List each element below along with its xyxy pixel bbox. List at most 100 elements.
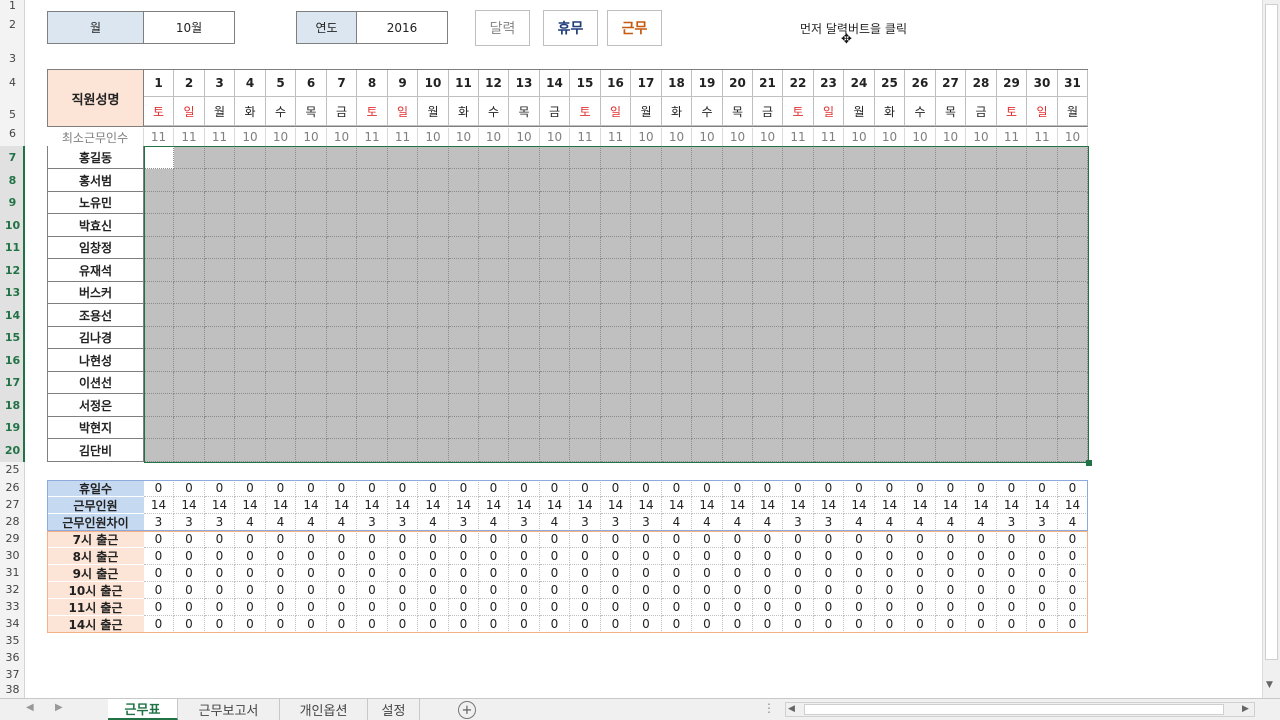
row-number[interactable]: 28	[0, 513, 25, 530]
employee-name[interactable]: 이션선	[47, 372, 144, 394]
row-number[interactable]: 19	[0, 417, 25, 439]
weekday-header: 금	[753, 97, 783, 126]
more-options-icon[interactable]: ⋮	[763, 701, 775, 715]
row-number[interactable]: 38	[0, 683, 25, 697]
add-sheet-icon[interactable]: +	[458, 701, 476, 719]
row-number[interactable]: 30	[0, 547, 25, 564]
work-button[interactable]: 근무	[607, 10, 662, 46]
h-scroll-right-icon[interactable]: ▶	[1242, 704, 1249, 714]
day-header: 21	[753, 70, 783, 97]
h-scroll-left-icon[interactable]: ◀	[788, 704, 795, 714]
row-number[interactable]: 2	[0, 13, 25, 37]
min-count-cell: 10	[235, 128, 266, 146]
row-number[interactable]: 18	[0, 394, 25, 417]
employee-name[interactable]: 김나경	[47, 327, 144, 349]
row-number[interactable]: 9	[0, 192, 25, 214]
row-number[interactable]: 36	[0, 649, 25, 666]
h-scroll-thumb[interactable]	[804, 704, 1224, 715]
tab-scroll-right-icon[interactable]: ▶	[55, 702, 63, 713]
name-header: 직원성명	[47, 69, 144, 127]
row-number[interactable]: 14	[0, 304, 25, 327]
employee-name[interactable]: 서정은	[47, 394, 144, 417]
min-count-cell: 11	[783, 128, 814, 146]
min-count-cell: 11	[144, 128, 174, 146]
min-count-cell: 10	[692, 128, 723, 146]
tab-settings[interactable]: 설정	[368, 699, 420, 720]
row-number[interactable]: 12	[0, 259, 25, 282]
employee-name[interactable]: 박현지	[47, 417, 144, 439]
row-number[interactable]: 1	[0, 0, 25, 12]
weekday-header: 화	[662, 97, 692, 126]
row-number[interactable]: 5	[0, 103, 25, 127]
weekday-header: 월	[631, 97, 662, 126]
weekday-header: 일	[1027, 97, 1058, 126]
day-header: 25	[875, 70, 905, 97]
mouse-cursor-icon: ✥	[841, 32, 852, 47]
min-count-cell: 11	[601, 128, 631, 146]
day-header: 31	[1058, 70, 1088, 97]
weekday-header: 토	[357, 97, 388, 126]
weekday-header: 토	[570, 97, 601, 126]
min-count-cell: 10	[844, 128, 875, 146]
row-number[interactable]: 26	[0, 479, 25, 496]
min-count-cell: 10	[662, 128, 692, 146]
employee-name[interactable]: 버스커	[47, 282, 144, 304]
employee-name[interactable]: 홍길동	[47, 146, 144, 169]
row-number[interactable]: 11	[0, 237, 25, 259]
employee-name[interactable]: 임창정	[47, 237, 144, 259]
tab-scroll-left-icon[interactable]: ◀	[26, 702, 34, 713]
employee-name[interactable]: 조용선	[47, 304, 144, 327]
fill-handle[interactable]	[1086, 460, 1092, 466]
row-number[interactable]: 10	[0, 214, 25, 237]
holiday-button[interactable]: 휴무	[543, 10, 598, 46]
selection-border	[144, 146, 1089, 463]
employee-name[interactable]: 박효신	[47, 214, 144, 237]
tab-schedule[interactable]: 근무표	[108, 699, 178, 720]
employee-name[interactable]: 유재석	[47, 259, 144, 282]
row-number[interactable]: 25	[0, 463, 25, 476]
scroll-down-arrow-icon[interactable]: ▼	[1266, 680, 1273, 690]
vertical-scrollbar[interactable]: ▼	[1262, 0, 1280, 698]
employee-name[interactable]: 노유민	[47, 192, 144, 214]
row-number[interactable]: 3	[0, 52, 25, 66]
day-header: 16	[601, 70, 631, 97]
instruction-text: 먼저 달력버트을 클릭	[800, 22, 907, 36]
row-number[interactable]: 20	[0, 439, 25, 462]
min-count-cell: 10	[753, 128, 783, 146]
row-number[interactable]: 29	[0, 530, 25, 547]
row-number[interactable]: 17	[0, 372, 25, 394]
min-count-cell: 10	[479, 128, 509, 146]
employee-name[interactable]: 김단비	[47, 439, 144, 462]
scroll-thumb[interactable]	[1265, 4, 1278, 660]
tab-report[interactable]: 근무보고서	[178, 699, 280, 720]
month-label: 월	[47, 11, 144, 44]
weekday-header: 일	[388, 97, 418, 126]
day-header: 23	[814, 70, 844, 97]
row-number[interactable]: 6	[0, 128, 25, 140]
row-number[interactable]: 15	[0, 327, 25, 349]
min-count-cell: 10	[875, 128, 905, 146]
day-header: 30	[1027, 70, 1058, 97]
employee-name[interactable]: 홍서범	[47, 169, 144, 192]
row-number[interactable]: 4	[0, 73, 25, 93]
row-number[interactable]: 34	[0, 615, 25, 632]
row-number[interactable]: 32	[0, 581, 25, 598]
row-number[interactable]: 31	[0, 564, 25, 581]
calendar-button[interactable]: 달력	[475, 10, 530, 46]
row-number[interactable]: 33	[0, 598, 25, 615]
row-number[interactable]: 37	[0, 666, 25, 683]
min-count-cell: 11	[388, 128, 418, 146]
row-number[interactable]: 35	[0, 632, 25, 649]
row-number[interactable]: 27	[0, 496, 25, 513]
row-number[interactable]: 8	[0, 169, 25, 192]
tab-personal-options[interactable]: 개인옵션	[280, 699, 368, 720]
weekday-header: 금	[966, 97, 997, 126]
weekday-header: 토	[783, 97, 814, 126]
row-number[interactable]: 13	[0, 282, 25, 304]
row-number[interactable]: 7	[0, 146, 25, 169]
row-number[interactable]: 16	[0, 349, 25, 372]
year-value-cell[interactable]: 2016	[356, 11, 448, 44]
month-value-cell[interactable]: 10월	[143, 11, 235, 44]
employee-name[interactable]: 나현성	[47, 349, 144, 372]
horizontal-scrollbar[interactable]: ◀ ▶	[785, 702, 1255, 717]
